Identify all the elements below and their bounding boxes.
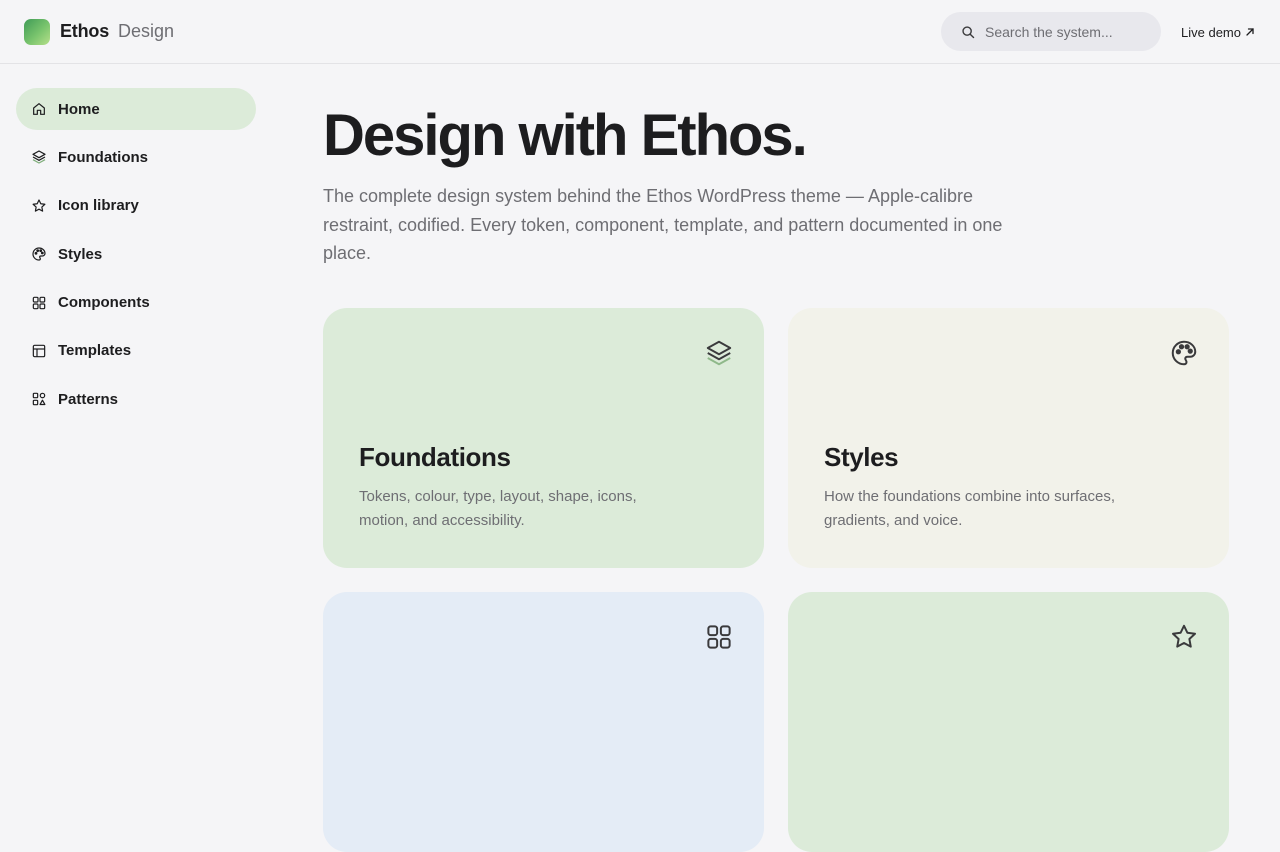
sidebar-item-icon-library[interactable]: Icon library	[16, 185, 256, 227]
sidebar-item-label: Icon library	[58, 197, 139, 215]
palette-icon	[1171, 340, 1197, 366]
search-input[interactable]	[985, 23, 1145, 40]
grid-icon	[707, 625, 731, 649]
sidebar-item-home[interactable]: Home	[16, 88, 256, 130]
sidebar-item-label: Components	[58, 294, 150, 312]
card-components[interactable]	[323, 592, 764, 852]
layout-icon	[32, 344, 46, 358]
card-title: Styles	[824, 442, 899, 472]
sidebar-nav: Home Foundations Icon library Styles Com…	[16, 88, 256, 427]
main-content: Design with Ethos. The complete design s…	[323, 100, 1229, 268]
sidebar-item-label: Home	[58, 100, 100, 118]
sidebar-item-label: Foundations	[58, 148, 148, 166]
layers-icon	[32, 150, 46, 164]
home-icon	[33, 103, 45, 115]
card-description: How the foundations combine into surface…	[824, 488, 1115, 529]
sidebar-item-patterns[interactable]: Patterns	[16, 378, 256, 420]
card-description: Tokens, colour, type, layout, shape, ico…	[359, 488, 637, 529]
star-icon	[32, 199, 46, 212]
card-styles[interactable]: Styles How the foundations combine into …	[788, 308, 1229, 568]
layers-icon	[706, 340, 732, 366]
star-icon	[1172, 624, 1196, 648]
live-demo-label: Live demo	[1181, 24, 1241, 40]
search-box[interactable]	[941, 12, 1161, 51]
brand-subtitle: Design	[118, 21, 175, 41]
page-title: Design with Ethos.	[323, 103, 808, 168]
sidebar-item-label: Styles	[58, 245, 103, 263]
card-foundations[interactable]: Foundations Tokens, colour, type, layout…	[323, 308, 764, 568]
shapes-icon	[32, 393, 46, 406]
sidebar-item-components[interactable]: Components	[16, 282, 256, 324]
search-icon	[962, 25, 975, 38]
palette-icon	[32, 247, 46, 261]
page-description: The complete design system behind the Et…	[323, 186, 1003, 263]
arrow-up-right-icon	[1246, 28, 1254, 36]
live-demo-link[interactable]: Live demo	[1181, 22, 1255, 42]
grid-icon	[32, 296, 46, 309]
sidebar-item-templates[interactable]: Templates	[16, 330, 256, 372]
sidebar-item-foundations[interactable]: Foundations	[16, 136, 256, 178]
card-title: Foundations	[359, 442, 511, 472]
brand-name[interactable]: Ethos	[60, 21, 109, 42]
sidebar-item-label: Patterns	[58, 390, 119, 408]
sidebar-item-styles[interactable]: Styles	[16, 233, 256, 275]
card-icon-library[interactable]	[788, 592, 1229, 852]
logo-icon[interactable]	[24, 18, 50, 45]
sidebar-item-label: Templates	[58, 342, 132, 360]
